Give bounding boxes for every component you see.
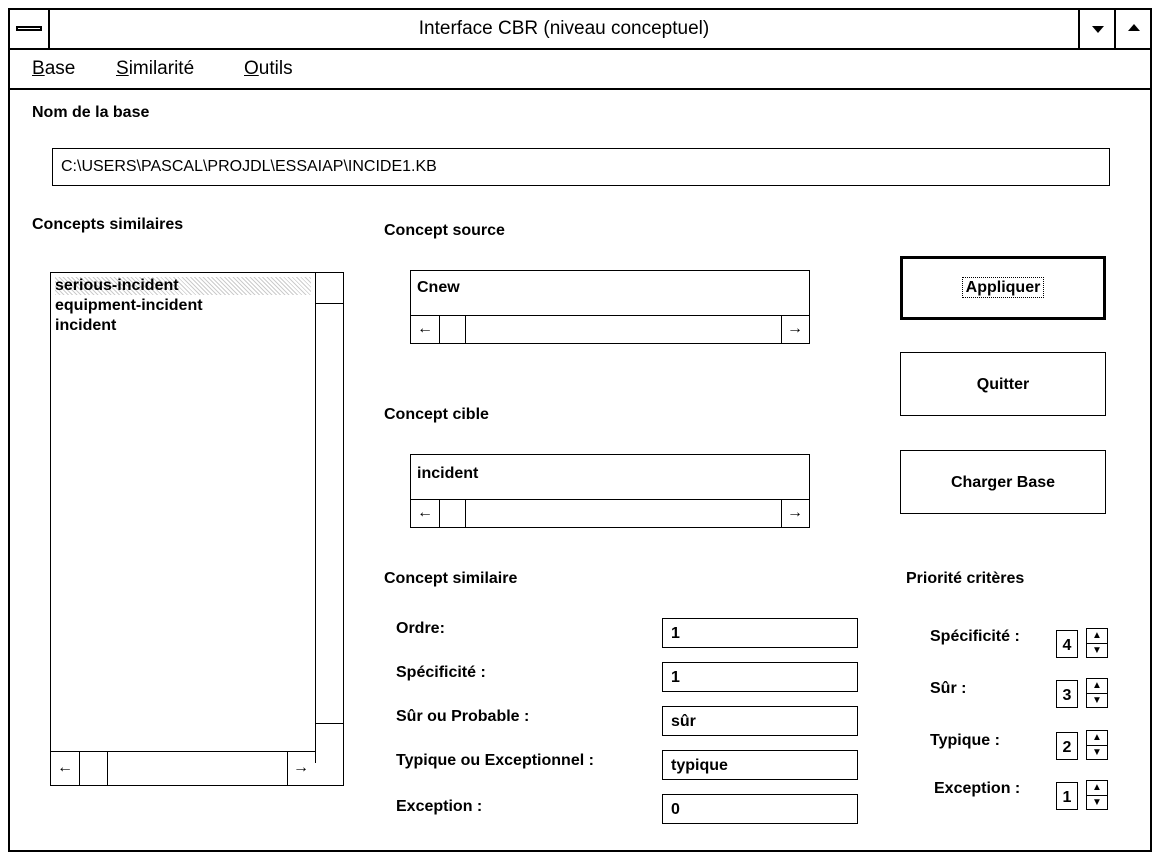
stepper-down-icon[interactable]: ▼ (1087, 796, 1107, 810)
hscroll-thumb (465, 500, 466, 527)
stepper-value[interactable]: 4 (1056, 630, 1078, 658)
source-concept-value: Cnew (417, 279, 460, 296)
menu-base-label: ase (44, 58, 76, 79)
typicality-field[interactable]: typique (662, 750, 858, 780)
stepper-value[interactable]: 2 (1056, 732, 1078, 760)
stepper-up-icon[interactable]: ▲ (1087, 679, 1107, 694)
scroll-right-icon[interactable]: → (287, 758, 315, 778)
exception-label: Exception : (396, 798, 483, 815)
priority-typical-label: Typique : (930, 732, 1000, 749)
similar-concepts-listbox[interactable]: serious-incident equipment-incident inci… (50, 272, 344, 786)
menu-outils[interactable]: Outils (244, 54, 293, 84)
scroll-left-icon[interactable]: ← (51, 758, 79, 778)
menu-similarite-mnemonic: S (116, 58, 129, 79)
hscroll-divider (439, 316, 440, 343)
window-title: Interface CBR (niveau conceptuel) (418, 18, 710, 39)
stepper-value[interactable]: 1 (1056, 782, 1078, 810)
menu-similarite-label: imilarité (128, 58, 195, 79)
similar-concept-label: Concept similaire (384, 570, 518, 587)
target-concept-label: Concept cible (384, 406, 489, 423)
apply-button[interactable]: Appliquer (900, 256, 1106, 320)
priority-specificity-label: Spécificité : (930, 628, 1020, 645)
priority-certainty-stepper[interactable]: 3 ▲ ▼ (1056, 678, 1114, 708)
menu-outils-label: utils (258, 58, 293, 79)
specificity-label: Spécificité : (396, 664, 486, 681)
base-name-label: Nom de la base (32, 104, 150, 121)
certainty-label: Sûr ou Probable : (396, 708, 530, 725)
minimize-button[interactable] (1078, 10, 1114, 48)
priority-specificity-stepper[interactable]: 4 ▲ ▼ (1056, 628, 1114, 658)
maximize-button[interactable] (1114, 10, 1150, 48)
stepper-down-icon[interactable]: ▼ (1087, 746, 1107, 760)
load-base-button[interactable]: Charger Base (900, 450, 1106, 514)
target-concept-value: incident (417, 465, 479, 482)
stepper-buttons[interactable]: ▲ ▼ (1086, 678, 1108, 708)
listbox-horizontal-scrollbar[interactable]: ← → (51, 751, 315, 785)
menu-outils-mnemonic: O (244, 58, 259, 79)
hscroll-thumb (465, 316, 466, 343)
stepper-up-icon[interactable]: ▲ (1087, 781, 1107, 796)
order-label: Ordre: (396, 620, 445, 637)
hscroll-divider (439, 500, 440, 527)
scroll-left-icon[interactable]: ← (411, 319, 439, 339)
base-path-field[interactable]: C:\USERS\PASCAL\PROJDL\ESSAIAP\INCIDE1.K… (52, 148, 1110, 186)
stepper-buttons[interactable]: ▲ ▼ (1086, 730, 1108, 760)
vscroll-thumb-top (316, 303, 343, 304)
stepper-value[interactable]: 3 (1056, 680, 1078, 708)
priority-exception-stepper[interactable]: 1 ▲ ▼ (1056, 780, 1114, 810)
list-item[interactable]: incident (55, 317, 116, 335)
menu-base[interactable]: Base (32, 54, 75, 84)
specificity-field[interactable]: 1 (662, 662, 858, 692)
typicality-label: Typique ou Exceptionnel : (396, 752, 594, 769)
menu-base-mnemonic: B (32, 58, 45, 79)
stepper-buttons[interactable]: ▲ ▼ (1086, 780, 1108, 810)
order-field[interactable]: 1 (662, 618, 858, 648)
vscroll-thumb-bottom (316, 723, 343, 724)
priority-label: Priorité critères (906, 570, 1025, 587)
stepper-down-icon[interactable]: ▼ (1087, 644, 1107, 658)
maximize-icon (1128, 24, 1140, 31)
source-horizontal-scrollbar[interactable]: ← → (411, 315, 809, 343)
list-item[interactable]: serious-incident (55, 277, 311, 295)
stepper-up-icon[interactable]: ▲ (1087, 731, 1107, 746)
system-menu-button[interactable] (10, 10, 50, 48)
hscroll-thumb (107, 752, 108, 785)
scroll-left-icon[interactable]: ← (411, 503, 439, 523)
scroll-right-icon[interactable]: → (781, 503, 809, 523)
minimize-icon (1092, 26, 1104, 33)
scroll-right-icon[interactable]: → (781, 319, 809, 339)
listbox-vertical-scrollbar[interactable] (315, 273, 343, 763)
priority-typical-stepper[interactable]: 2 ▲ ▼ (1056, 730, 1114, 760)
target-horizontal-scrollbar[interactable]: ← → (411, 499, 809, 527)
menu-similarite[interactable]: Similarité (116, 54, 194, 84)
source-concept-label: Concept source (384, 222, 505, 239)
priority-certainty-label: Sûr : (930, 680, 967, 697)
target-concept-box[interactable]: incident ← → (410, 454, 810, 528)
system-menu-icon (16, 26, 42, 31)
stepper-up-icon[interactable]: ▲ (1087, 629, 1107, 644)
list-item[interactable]: equipment-incident (55, 297, 203, 315)
priority-exception-label: Exception : (934, 780, 1021, 797)
apply-button-label: Appliquer (961, 277, 1045, 298)
exception-field[interactable]: 0 (662, 794, 858, 824)
stepper-down-icon[interactable]: ▼ (1087, 694, 1107, 708)
stepper-buttons[interactable]: ▲ ▼ (1086, 628, 1108, 658)
hscroll-divider (79, 752, 80, 785)
quit-button[interactable]: Quitter (900, 352, 1106, 416)
certainty-field[interactable]: sûr (662, 706, 858, 736)
source-concept-box[interactable]: Cnew ← → (410, 270, 810, 344)
similar-concepts-label: Concepts similaires (32, 216, 184, 233)
